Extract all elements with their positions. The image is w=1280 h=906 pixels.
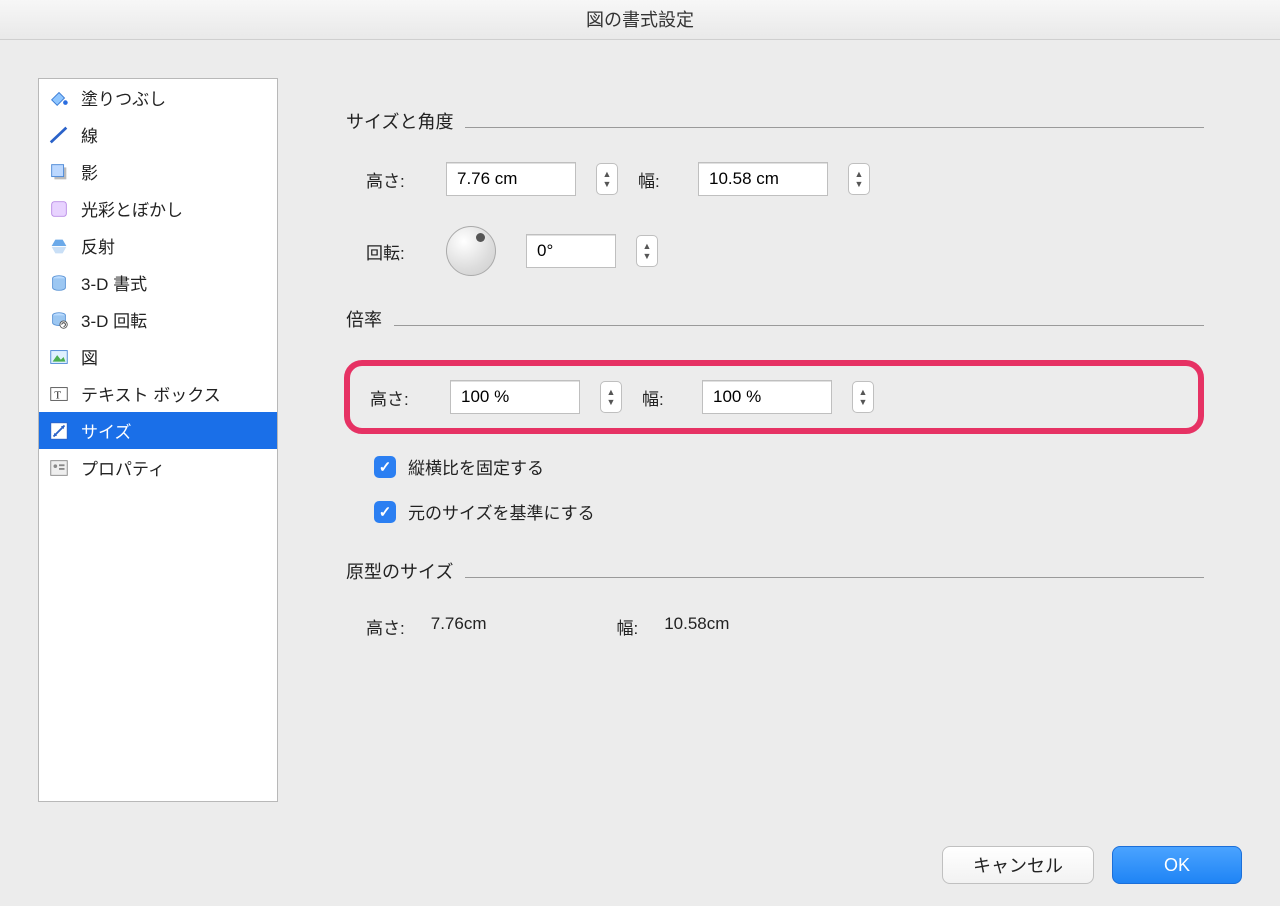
width-stepper[interactable]: ▲▼ — [848, 163, 870, 195]
section-title: サイズと角度 — [346, 108, 453, 134]
rotate-cylinder-icon — [47, 308, 71, 332]
shadow-square-icon — [47, 160, 71, 184]
picture-icon — [47, 345, 71, 369]
scale-height-label: 高さ: — [370, 385, 430, 410]
window-title: 図の書式設定 — [0, 0, 1280, 40]
orig-width-label: 幅: — [616, 614, 638, 639]
section-title: 原型のサイズ — [346, 558, 453, 584]
rotation-input[interactable] — [526, 234, 616, 268]
paint-bucket-icon — [47, 86, 71, 110]
sidebar-item-label: テキスト ボックス — [81, 381, 221, 406]
sidebar-item-3d-format[interactable]: 3-D 書式 — [39, 264, 277, 301]
sidebar-item-label: サイズ — [81, 418, 132, 443]
rotation-dial[interactable] — [446, 226, 496, 276]
scale-width-label: 幅: — [642, 385, 682, 410]
height-input[interactable] — [446, 162, 576, 196]
relative-original-checkbox[interactable]: ✓ — [374, 501, 396, 523]
sidebar-item-shadow[interactable]: 影 — [39, 153, 277, 190]
orig-width-value: 10.58cm — [664, 614, 729, 639]
rotation-stepper[interactable]: ▲▼ — [636, 235, 658, 267]
pen-line-icon — [47, 123, 71, 147]
scale-height-input[interactable] — [450, 380, 580, 414]
width-input[interactable] — [698, 162, 828, 196]
sidebar-item-textbox[interactable]: T テキスト ボックス — [39, 375, 277, 412]
sidebar-item-label: 3-D 回転 — [81, 307, 147, 332]
sidebar-item-reflection[interactable]: 反射 — [39, 227, 277, 264]
svg-text:T: T — [54, 389, 61, 401]
section-original: 原型のサイズ — [346, 558, 1204, 584]
cancel-button[interactable]: キャンセル — [942, 846, 1094, 884]
lock-aspect-label: 縦横比を固定する — [408, 454, 544, 479]
glow-square-icon — [47, 197, 71, 221]
scale-width-input[interactable] — [702, 380, 832, 414]
sidebar-item-label: 線 — [81, 122, 98, 147]
sidebar-item-label: 光彩とぼかし — [81, 196, 183, 221]
sidebar-item-size[interactable]: サイズ — [39, 412, 277, 449]
sidebar-item-label: 塗りつぶし — [81, 85, 166, 110]
category-sidebar: 塗りつぶし 線 影 光彩とぼかし 反射 3-D 書式 3-D 回転 図 — [38, 78, 278, 802]
content-pane: サイズと角度 高さ: ▲▼ 幅: ▲▼ 回転: ▲▼ 倍率 高さ: ▲▼ — [308, 78, 1242, 802]
sidebar-item-label: 図 — [81, 344, 98, 369]
relative-original-label: 元のサイズを基準にする — [408, 499, 595, 524]
orig-height-label: 高さ: — [366, 614, 405, 639]
sidebar-item-line[interactable]: 線 — [39, 116, 277, 153]
orig-height-value: 7.76cm — [431, 614, 487, 639]
sidebar-item-label: 反射 — [81, 233, 115, 258]
size-arrows-icon — [47, 419, 71, 443]
lock-aspect-checkbox[interactable]: ✓ — [374, 456, 396, 478]
sidebar-item-picture[interactable]: 図 — [39, 338, 277, 375]
sidebar-item-label: 影 — [81, 159, 98, 184]
section-title: 倍率 — [346, 306, 382, 332]
sidebar-item-fill[interactable]: 塗りつぶし — [39, 79, 277, 116]
text-box-icon: T — [47, 382, 71, 406]
rotation-label: 回転: — [366, 239, 426, 264]
ok-button[interactable]: OK — [1112, 846, 1242, 884]
width-label: 幅: — [638, 167, 678, 192]
cylinder-icon — [47, 271, 71, 295]
section-scale: 倍率 — [346, 306, 1204, 332]
height-stepper[interactable]: ▲▼ — [596, 163, 618, 195]
sidebar-item-properties[interactable]: プロパティ — [39, 449, 277, 486]
sidebar-item-3d-rotation[interactable]: 3-D 回転 — [39, 301, 277, 338]
scale-height-stepper[interactable]: ▲▼ — [600, 381, 622, 413]
sidebar-item-glow[interactable]: 光彩とぼかし — [39, 190, 277, 227]
reflection-icon — [47, 234, 71, 258]
scale-highlight: 高さ: ▲▼ 幅: ▲▼ — [344, 360, 1204, 434]
sidebar-item-label: 3-D 書式 — [81, 270, 147, 295]
properties-icon — [47, 456, 71, 480]
scale-width-stepper[interactable]: ▲▼ — [852, 381, 874, 413]
section-size-angle: サイズと角度 — [346, 108, 1204, 134]
height-label: 高さ: — [366, 167, 426, 192]
sidebar-item-label: プロパティ — [81, 455, 165, 480]
